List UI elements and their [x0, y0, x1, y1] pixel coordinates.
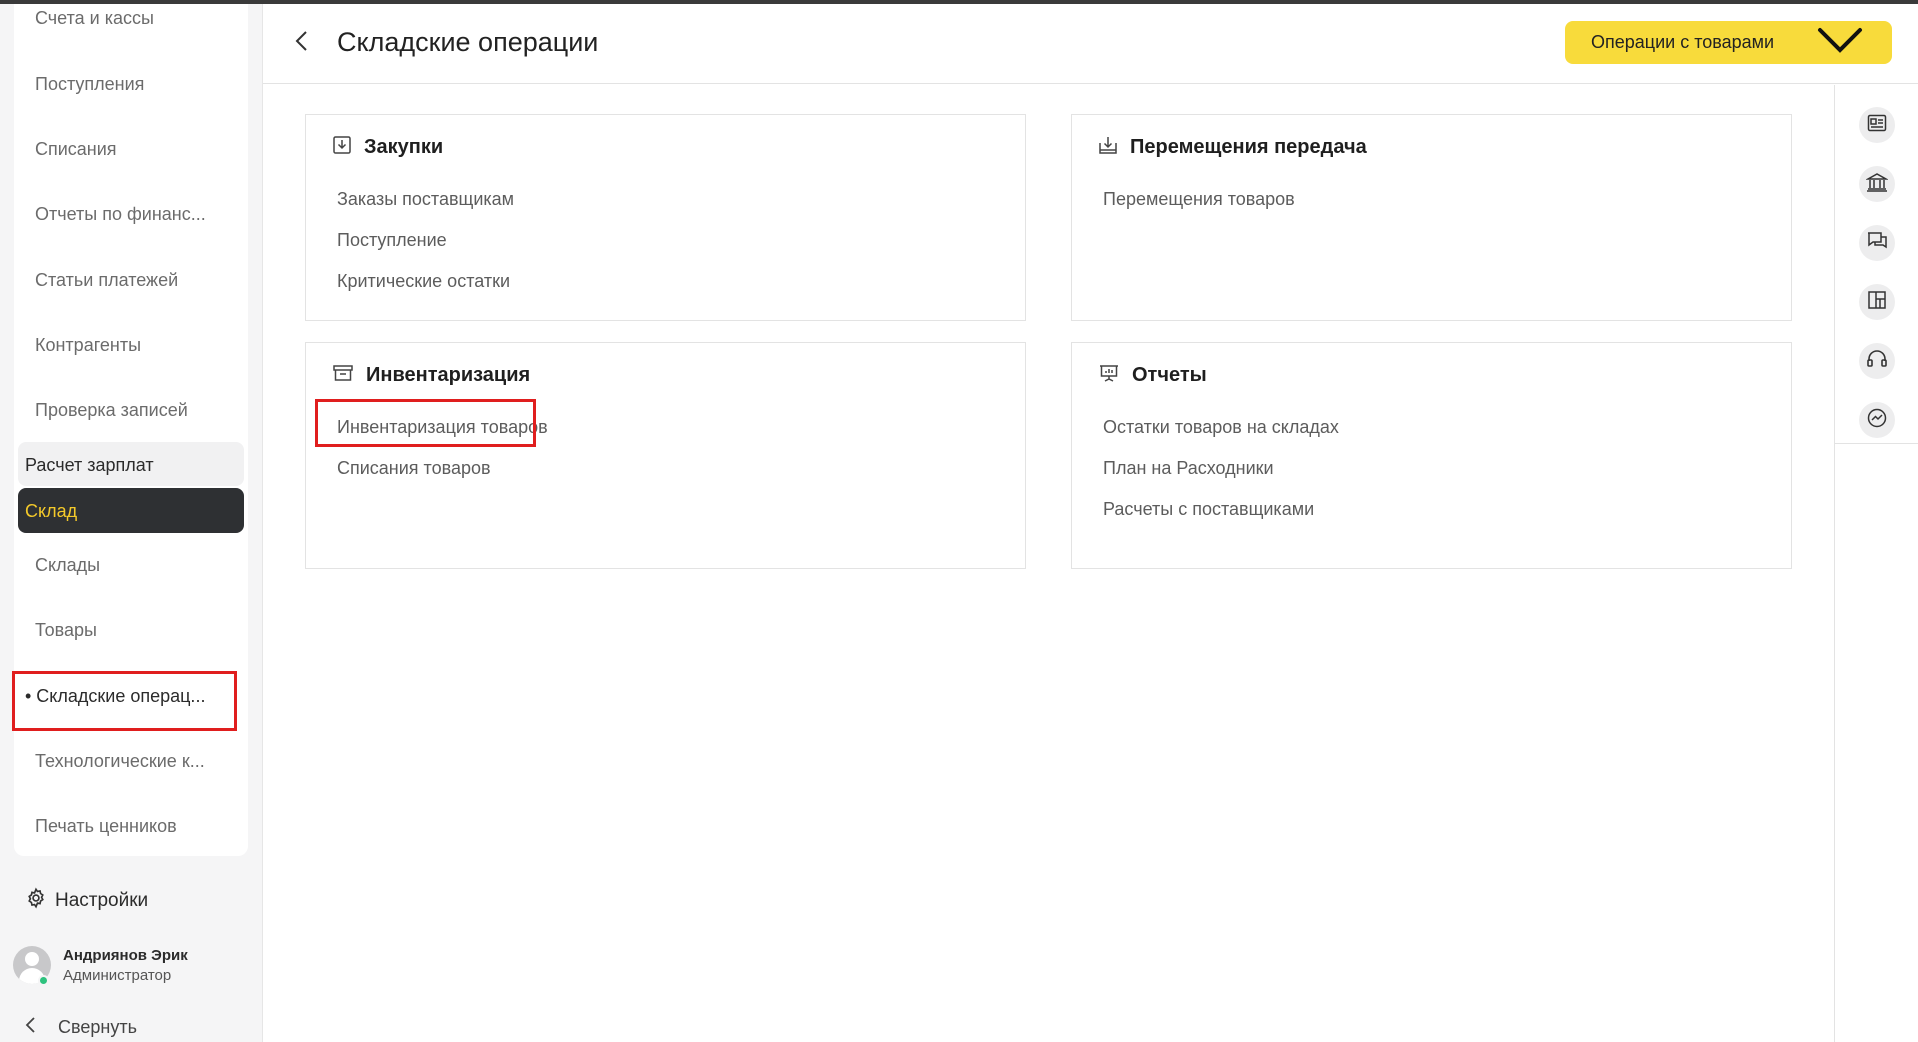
- right-rail: [1834, 85, 1918, 1042]
- back-button[interactable]: [288, 30, 314, 56]
- online-status-dot: [38, 975, 49, 986]
- chevron-left-icon: [294, 30, 308, 57]
- sidebar-group-warehouse-label: Склад: [25, 501, 78, 521]
- highlight-box-sidebar: [12, 671, 237, 731]
- sidebar-item-writeoffs[interactable]: Списания: [35, 139, 117, 160]
- link-supplier-orders[interactable]: Заказы поставщикам: [337, 189, 514, 210]
- link-supplier-settlements[interactable]: Расчеты с поставщиками: [1103, 499, 1314, 520]
- user-name: Андриянов Эрик: [63, 946, 188, 964]
- download-box-icon: [332, 135, 352, 160]
- rail-button-dashboard[interactable]: [1859, 284, 1895, 320]
- link-product-writeoffs[interactable]: Списания товаров: [337, 458, 491, 479]
- rail-button-bank[interactable]: [1859, 166, 1895, 202]
- card-title-reports: Отчеты: [1132, 364, 1207, 386]
- bank-icon: [1865, 172, 1889, 197]
- page-title: Складские операции: [337, 27, 599, 57]
- link-receipt[interactable]: Поступление: [337, 230, 447, 251]
- user-role: Администратор: [63, 966, 172, 984]
- rail-button-id-card[interactable]: [1859, 107, 1895, 143]
- link-critical-stock[interactable]: Критические остатки: [337, 271, 510, 292]
- sidebar-item-products[interactable]: Товары: [35, 620, 97, 641]
- sidebar-item-price-tags[interactable]: Печать ценников: [35, 816, 177, 837]
- card-title-inventory: Инвентаризация: [366, 364, 531, 386]
- page-header: Складские операции Операции с товарами: [263, 4, 1918, 84]
- collapse-label: Свернуть: [58, 1017, 137, 1037]
- rail-button-messenger[interactable]: [1859, 402, 1895, 438]
- gear-icon: [25, 887, 47, 915]
- rail-divider: [1835, 443, 1918, 444]
- link-product-transfers[interactable]: Перемещения товаров: [1103, 189, 1295, 210]
- rail-button-support[interactable]: [1859, 343, 1895, 379]
- sidebar: Счета и кассы Поступления Списания Отчет…: [0, 4, 263, 1042]
- messenger-icon: [1866, 407, 1888, 434]
- sidebar-item-warehouses[interactable]: Склады: [35, 555, 100, 576]
- settings-link[interactable]: Настройки: [25, 887, 149, 915]
- card-title-purchases: Закупки: [364, 136, 444, 158]
- id-card-icon: [1867, 114, 1887, 137]
- collapse-sidebar-button[interactable]: Свернуть: [24, 1016, 137, 1039]
- card-inventory: Инвентаризация Инвентаризация товаров Сп…: [305, 342, 1026, 569]
- rail-button-chat[interactable]: [1859, 225, 1895, 261]
- highlight-box-inventory: [315, 399, 536, 447]
- headset-icon: [1866, 348, 1888, 375]
- transfer-box-icon: [1098, 135, 1118, 160]
- link-consumables-plan[interactable]: План на Расходники: [1103, 458, 1274, 479]
- chevron-down-icon: [1816, 26, 1864, 59]
- product-operations-label: Операции с товарами: [1591, 32, 1775, 52]
- sidebar-item-tech-cards[interactable]: Технологические к...: [35, 751, 205, 772]
- sidebar-item-receipts[interactable]: Поступления: [35, 74, 144, 95]
- sidebar-item-accounts[interactable]: Счета и кассы: [35, 8, 154, 29]
- sidebar-item-payment-items[interactable]: Статьи платежей: [35, 270, 178, 291]
- card-transfers: Перемещения передача Перемещения товаров: [1071, 114, 1792, 321]
- sidebar-group-payroll-label: Расчет зарплат: [25, 455, 154, 475]
- card-purchases: Закупки Заказы поставщикам Поступление К…: [305, 114, 1026, 321]
- sidebar-item-record-check[interactable]: Проверка записей: [35, 400, 188, 421]
- card-reports: Отчеты Остатки товаров на складах План н…: [1071, 342, 1792, 569]
- sidebar-item-contractors[interactable]: Контрагенты: [35, 335, 141, 356]
- dashboard-icon: [1867, 290, 1887, 315]
- archive-icon: [332, 363, 354, 388]
- chevron-left-icon: [24, 1016, 36, 1039]
- card-title-transfers: Перемещения передача: [1130, 136, 1367, 158]
- sidebar-item-finance-reports[interactable]: Отчеты по финанс...: [35, 204, 206, 225]
- product-operations-dropdown[interactable]: Операции с товарами: [1565, 21, 1892, 64]
- chat-icon: [1866, 231, 1888, 256]
- link-warehouse-stock[interactable]: Остатки товаров на складах: [1103, 417, 1339, 438]
- presentation-chart-icon: [1098, 363, 1120, 388]
- settings-label: Настройки: [55, 890, 149, 911]
